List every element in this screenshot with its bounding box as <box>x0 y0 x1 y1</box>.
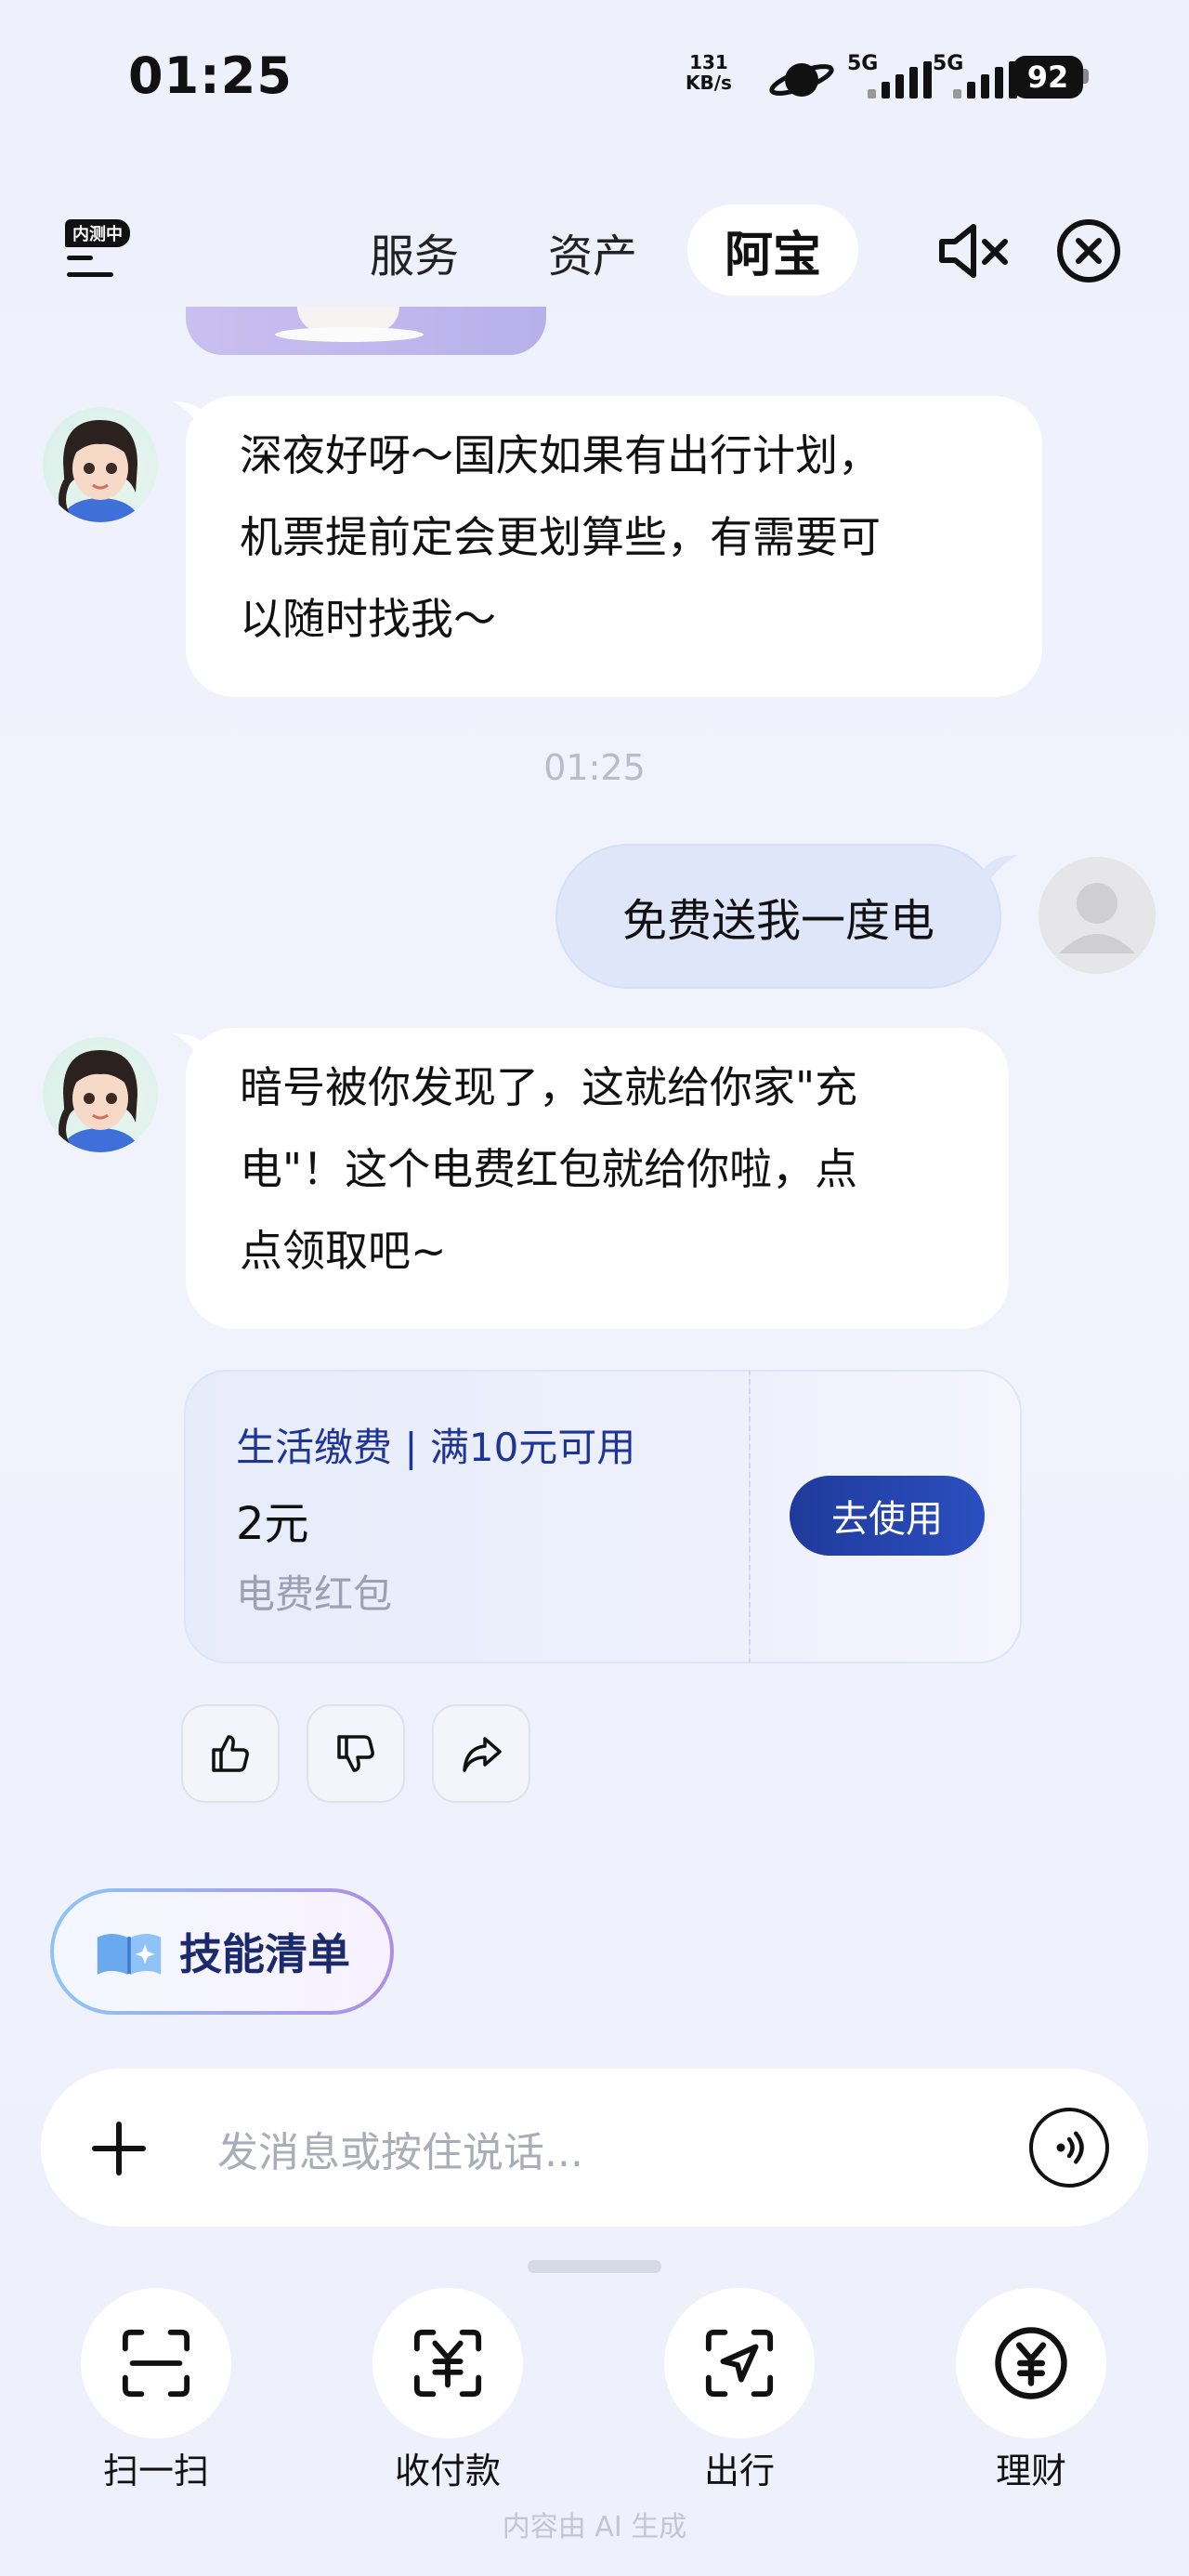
voice-button[interactable] <box>1029 2108 1109 2188</box>
assistant-avatar <box>43 1037 158 1152</box>
payment-icon <box>413 2329 482 2398</box>
user-avatar[interactable] <box>1039 857 1156 974</box>
message-timestamp: 01:25 <box>543 747 646 788</box>
message-input-bar[interactable] <box>41 2069 1148 2227</box>
assistant-avatar <box>43 407 158 522</box>
message-line: 点领取吧~ <box>240 1226 447 1276</box>
payment-button[interactable] <box>372 2288 523 2438</box>
network-speed-unit: KB/s <box>686 72 732 94</box>
bubble-tail <box>981 855 1018 892</box>
message-line: 暗号被你发现了，这就给你家"充 <box>240 1062 858 1112</box>
network-speed-value: 131 <box>689 51 728 73</box>
tab-services[interactable]: 服务 <box>370 219 459 284</box>
thumbs-down-icon <box>337 1735 374 1772</box>
travel-button[interactable] <box>664 2288 815 2438</box>
coupon-condition: 生活缴费 | 满10元可用 <box>236 1425 636 1470</box>
signal-strength-2: 5G <box>933 52 1017 100</box>
travel-icon <box>705 2329 774 2398</box>
use-coupon-button[interactable]: 去使用 <box>790 1476 985 1556</box>
status-time: 01:25 <box>128 46 293 105</box>
ai-generated-note: 内容由 AI 生成 <box>502 2511 687 2543</box>
drag-handle[interactable] <box>528 2260 661 2273</box>
battery-indicator: 92 <box>1013 56 1083 99</box>
finance-label: 理财 <box>995 2451 1066 2491</box>
travel-label: 出行 <box>703 2451 775 2491</box>
finance-icon <box>995 2327 1067 2399</box>
assistant-message-bubble: 暗号被你发现了，这就给你家"充 电"！这个电费红包就给你啦，点 点领取吧~ <box>186 1028 1009 1329</box>
battery-tip <box>1083 69 1089 84</box>
share-button[interactable] <box>432 1704 530 1803</box>
scan-label: 扫一扫 <box>102 2451 209 2491</box>
scan-icon <box>122 2329 190 2398</box>
coupon-amount: 2元 <box>236 1498 309 1550</box>
message-line: 以随时找我～ <box>240 594 496 644</box>
finance-button[interactable] <box>956 2288 1106 2438</box>
tab-assets[interactable]: 资产 <box>548 219 637 284</box>
like-button[interactable] <box>181 1704 280 1803</box>
coupon-name: 电费红包 <box>236 1571 393 1617</box>
user-message-bubble: 免费送我一度电 <box>555 844 1001 989</box>
share-icon <box>463 1737 502 1772</box>
planet-icon <box>769 63 834 97</box>
network-speed: 131 KB/s <box>686 52 732 93</box>
scan-button[interactable] <box>81 2288 231 2438</box>
assistant-message-bubble: 深夜好呀～国庆如果有出行计划， 机票提前定会更划算些，有需要可 以随时找我～ <box>186 396 1042 697</box>
mute-icon[interactable] <box>936 221 1011 281</box>
message-input[interactable]: 发消息或按住说话... <box>217 2119 583 2178</box>
dislike-button[interactable] <box>307 1704 405 1803</box>
message-line: 电"！这个电费红包就给你啦，点 <box>240 1144 858 1194</box>
skills-list-button[interactable]: 技能清单 <box>50 1888 394 2015</box>
thumbs-up-icon <box>212 1735 249 1772</box>
plus-icon[interactable] <box>91 2121 147 2176</box>
book-icon <box>97 1934 162 1975</box>
message-line: 机票提前定会更划算些，有需要可 <box>240 512 881 562</box>
voice-icon <box>1056 2131 1084 2164</box>
message-line: 深夜好呀～国庆如果有出行计划， <box>240 430 881 480</box>
beta-badge: 内测中 <box>65 219 130 247</box>
skills-list-label: 技能清单 <box>179 1929 350 1979</box>
image-message[interactable] <box>186 307 546 355</box>
payment-label: 收付款 <box>394 2451 501 2491</box>
signal-strength-1: 5G <box>847 52 932 100</box>
tab-abao[interactable]: 阿宝 <box>687 204 858 296</box>
close-icon[interactable] <box>1055 217 1122 284</box>
